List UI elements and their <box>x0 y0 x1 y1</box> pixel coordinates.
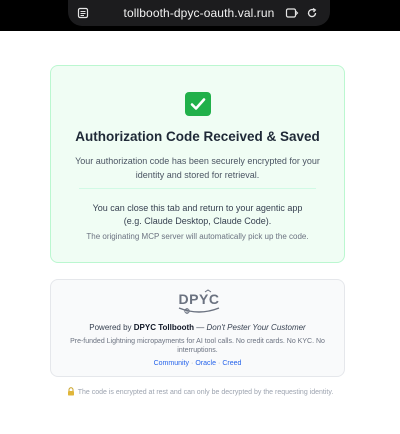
link-community[interactable]: Community <box>154 360 189 367</box>
footer-note-text: The code is encrypted at rest and can on… <box>77 389 334 396</box>
brand-tagline: Pre-funded Lightning micropayments for A… <box>70 338 325 354</box>
link-separator: · <box>217 360 221 367</box>
page-title: Authorization Code Received & Saved <box>75 129 320 144</box>
success-description: Your authorization code has been securel… <box>75 156 320 180</box>
close-instruction-line: You can close this tab and return to you… <box>92 203 303 213</box>
link-oracle[interactable]: Oracle <box>195 360 216 367</box>
svg-text:DPYC: DPYC <box>179 291 220 307</box>
brand-links: Community · Oracle · Creed <box>51 360 344 367</box>
brand-card: DPYC Powered by DPYC Tollbooth — Don't P… <box>50 279 345 377</box>
browser-top-bar: tollbooth-dpyc-oauth.val.run <box>0 0 400 31</box>
divider <box>79 188 316 189</box>
dash-separator: — <box>196 323 205 332</box>
brand-name: DPYC Tollbooth <box>133 323 195 332</box>
powered-prefix: Powered by <box>89 323 132 332</box>
link-separator: · <box>191 360 194 367</box>
dpyc-logo: DPYC <box>171 289 227 315</box>
reload-icon[interactable] <box>306 6 318 24</box>
link-creed[interactable]: Creed <box>222 360 241 367</box>
brand-motto: Don't Pester Your Customer <box>206 323 306 332</box>
success-card: Authorization Code Received & Saved Your… <box>50 65 345 263</box>
lock-icon <box>67 387 75 398</box>
tabs-icon[interactable] <box>285 6 299 24</box>
close-tab-instructions: You can close this tab and return to you… <box>73 202 322 228</box>
auto-pickup-note: The originating MCP server will automati… <box>86 232 309 241</box>
check-mark-icon <box>185 92 211 116</box>
address-bar[interactable]: tollbooth-dpyc-oauth.val.run <box>68 0 330 26</box>
powered-by-line: Powered by DPYC Tollbooth — Don't Pester… <box>51 323 344 332</box>
close-instruction-example: (e.g. Claude Desktop, Claude Code). <box>123 216 272 226</box>
footer-note: The code is encrypted at rest and can on… <box>0 387 400 398</box>
